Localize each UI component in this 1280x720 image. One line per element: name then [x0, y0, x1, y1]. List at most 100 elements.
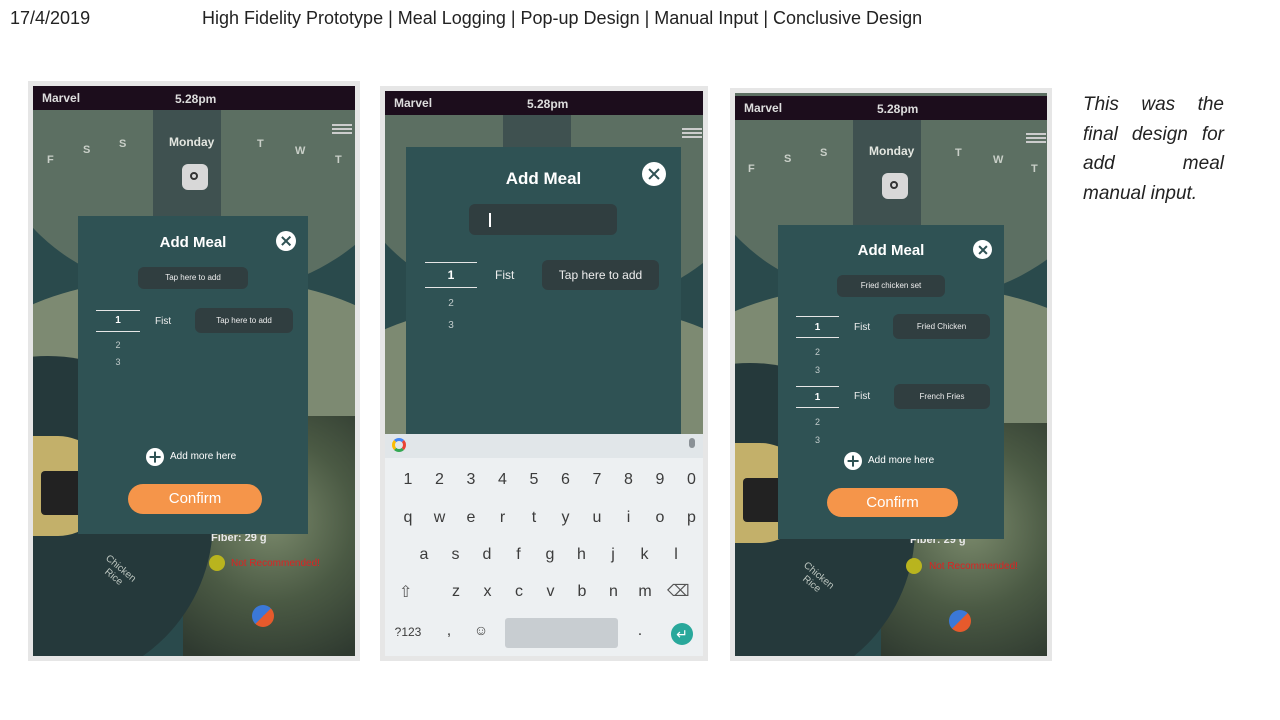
key-7[interactable]: 7: [582, 471, 612, 489]
add-icon[interactable]: [844, 452, 862, 470]
period-key[interactable]: .: [625, 622, 655, 640]
map-pin-icon[interactable]: [252, 605, 274, 627]
key-h[interactable]: h: [567, 546, 597, 564]
key-x[interactable]: x: [473, 583, 503, 601]
key-f[interactable]: f: [504, 546, 534, 564]
key-r[interactable]: r: [488, 509, 518, 527]
key-6[interactable]: 6: [551, 471, 581, 489]
close-icon[interactable]: [276, 231, 296, 251]
microphone-icon[interactable]: [689, 438, 695, 448]
key-b[interactable]: b: [567, 583, 597, 601]
key-0[interactable]: 0: [677, 471, 704, 489]
day-label[interactable]: W: [295, 145, 305, 157]
key-y[interactable]: y: [551, 509, 581, 527]
day-label[interactable]: W: [993, 154, 1003, 166]
key-q[interactable]: q: [393, 509, 423, 527]
symbols-key[interactable]: ?123: [393, 625, 423, 639]
quantity-option[interactable]: 3: [425, 320, 477, 331]
add-icon[interactable]: [146, 448, 164, 466]
space-key[interactable]: [505, 618, 618, 648]
quantity-option[interactable]: 3: [796, 435, 839, 445]
key-t[interactable]: t: [519, 509, 549, 527]
enter-key[interactable]: ↵: [671, 623, 693, 645]
menu-icon[interactable]: [332, 124, 352, 134]
key-u[interactable]: u: [582, 509, 612, 527]
comma-key[interactable]: ,: [434, 622, 464, 640]
key-p[interactable]: p: [677, 509, 704, 527]
day-label[interactable]: T: [335, 154, 342, 166]
backspace-key[interactable]: ⌫: [667, 581, 690, 601]
confirm-button[interactable]: Confirm: [827, 488, 958, 517]
key-a[interactable]: a: [409, 546, 439, 564]
food-item-input[interactable]: Tap here to add: [195, 308, 293, 333]
slide-date: 17/4/2019: [10, 8, 91, 28]
key-n[interactable]: n: [599, 583, 629, 601]
key-1[interactable]: 1: [393, 471, 423, 489]
day-label-monday[interactable]: Monday: [169, 135, 214, 149]
day-label[interactable]: S: [784, 153, 791, 165]
map-pin-icon[interactable]: [949, 610, 971, 632]
emoji-key[interactable]: ☺: [466, 622, 496, 638]
day-label[interactable]: F: [47, 154, 54, 166]
quantity-option[interactable]: 2: [796, 417, 839, 427]
quantity-picker-selected[interactable]: 1: [96, 315, 140, 326]
day-label[interactable]: T: [1031, 163, 1038, 175]
text-cursor: [489, 213, 491, 227]
add-more-button[interactable]: Add more here: [170, 451, 236, 462]
day-label[interactable]: S: [820, 147, 827, 159]
camera-icon[interactable]: [182, 164, 208, 190]
meal-name-input[interactable]: Fried chicken set: [837, 275, 945, 297]
key-d[interactable]: d: [472, 546, 502, 564]
key-l[interactable]: l: [661, 546, 691, 564]
key-k[interactable]: k: [630, 546, 660, 564]
key-4[interactable]: 4: [488, 471, 518, 489]
meal-name-input[interactable]: Tap here to add: [138, 267, 248, 289]
menu-icon[interactable]: [1026, 133, 1046, 143]
key-j[interactable]: j: [598, 546, 628, 564]
camera-icon[interactable]: [882, 173, 908, 199]
day-label[interactable]: S: [119, 138, 126, 150]
day-label[interactable]: F: [748, 163, 755, 175]
key-m[interactable]: m: [630, 583, 660, 601]
key-c[interactable]: c: [504, 583, 534, 601]
key-9[interactable]: 9: [645, 471, 675, 489]
food-item-input[interactable]: Fried Chicken: [893, 314, 990, 339]
key-z[interactable]: z: [441, 583, 471, 601]
quantity-option[interactable]: 2: [425, 298, 477, 309]
key-3[interactable]: 3: [456, 471, 486, 489]
key-v[interactable]: v: [536, 583, 566, 601]
food-item-input[interactable]: Tap here to add: [542, 260, 659, 290]
quantity-option[interactable]: 3: [796, 365, 839, 375]
key-g[interactable]: g: [535, 546, 565, 564]
key-2[interactable]: 2: [425, 471, 455, 489]
day-label[interactable]: T: [257, 138, 264, 150]
not-recommended-label: Not Recommended!: [231, 558, 320, 569]
add-more-button[interactable]: Add more here: [868, 455, 934, 466]
phone-screen-3: F S S Monday T W T Fiber: 29 g Not Recom…: [735, 93, 1047, 656]
key-5[interactable]: 5: [519, 471, 549, 489]
quantity-option[interactable]: 3: [96, 357, 140, 367]
confirm-button[interactable]: Confirm: [128, 484, 262, 514]
day-label[interactable]: T: [955, 147, 962, 159]
menu-icon[interactable]: [682, 128, 702, 138]
close-icon[interactable]: [642, 162, 666, 186]
carrier-label: Marvel: [42, 91, 81, 105]
day-label-monday[interactable]: Monday: [869, 144, 914, 158]
key-i[interactable]: i: [614, 509, 644, 527]
quantity-picker-selected[interactable]: 1: [425, 268, 477, 282]
quantity-option[interactable]: 2: [96, 340, 140, 350]
food-item-input[interactable]: French Fries: [894, 384, 990, 409]
key-e[interactable]: e: [456, 509, 486, 527]
key-o[interactable]: o: [645, 509, 675, 527]
shift-key[interactable]: ⇧: [399, 582, 412, 602]
quantity-picker-selected[interactable]: 1: [796, 392, 839, 403]
meal-name-input[interactable]: [469, 204, 617, 235]
google-icon[interactable]: [392, 438, 406, 452]
close-icon[interactable]: [973, 240, 992, 259]
quantity-option[interactable]: 2: [796, 347, 839, 357]
key-s[interactable]: s: [441, 546, 471, 564]
quantity-picker-selected[interactable]: 1: [796, 322, 839, 333]
key-w[interactable]: w: [425, 509, 455, 527]
day-label[interactable]: S: [83, 144, 90, 156]
key-8[interactable]: 8: [614, 471, 644, 489]
